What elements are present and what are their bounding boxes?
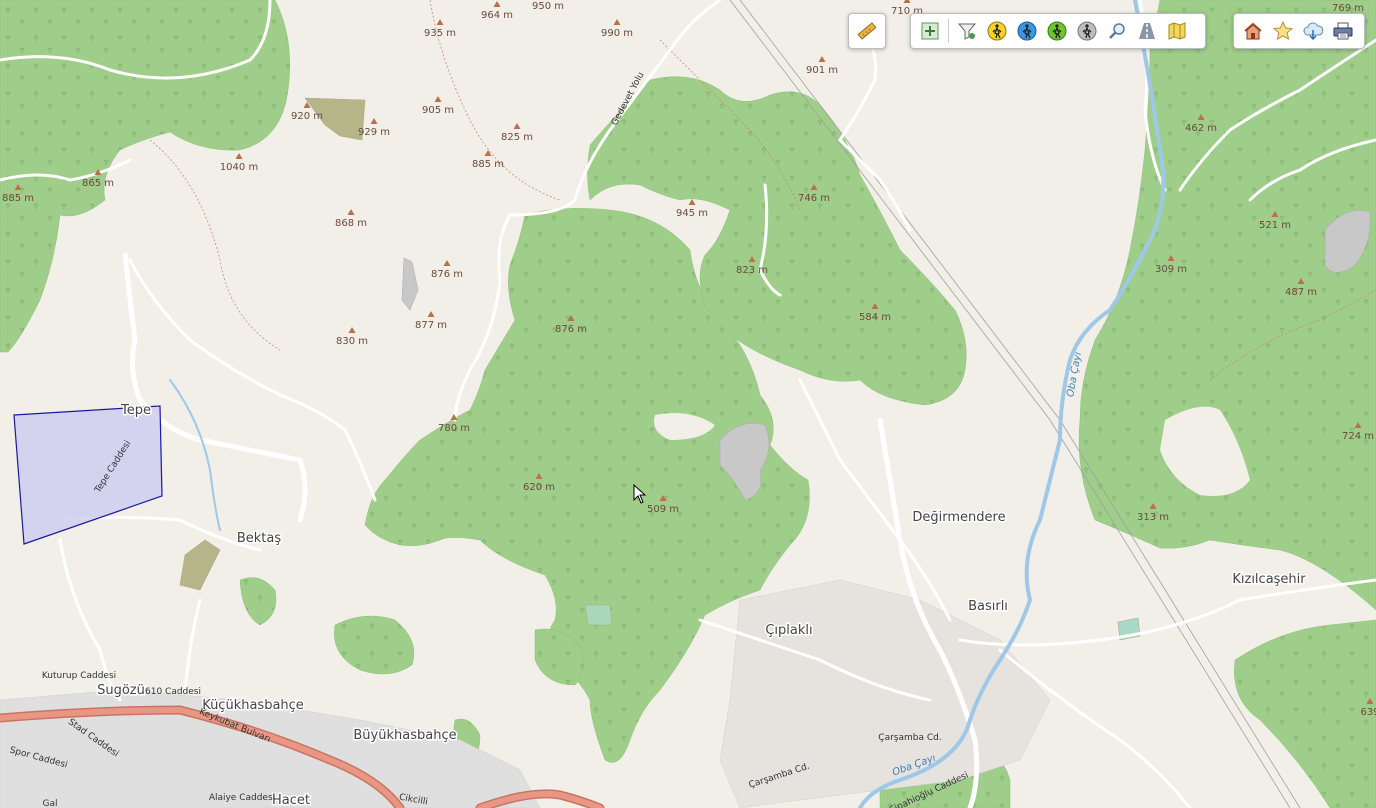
peak-elevation-label: 950 m bbox=[532, 1, 564, 12]
place-label: Basırlı bbox=[968, 599, 1008, 614]
place-label: Tepe bbox=[120, 403, 151, 418]
peak-elevation-label: 990 m bbox=[601, 28, 633, 39]
peak-elevation-label: 620 m bbox=[523, 482, 555, 493]
peak-elevation-label: 901 m bbox=[806, 65, 838, 76]
filter-icon[interactable] bbox=[952, 16, 982, 46]
map-icon[interactable] bbox=[1162, 16, 1192, 46]
search-icon[interactable] bbox=[1102, 16, 1132, 46]
peak-elevation-label: 487 m bbox=[1285, 287, 1317, 298]
road-label: Çarşamba Cd. bbox=[878, 733, 941, 743]
peak-elevation-label: 313 m bbox=[1137, 512, 1169, 523]
measure-toolbar bbox=[848, 13, 886, 49]
peak-elevation-label: 885 m bbox=[2, 193, 34, 204]
peak-elevation-label: 905 m bbox=[422, 105, 454, 116]
peak-elevation-label: 584 m bbox=[859, 312, 891, 323]
layers-toolbar bbox=[910, 13, 1206, 49]
peak-elevation-label: 877 m bbox=[415, 320, 447, 331]
place-label: Kızılcaşehir bbox=[1232, 572, 1306, 587]
place-label: Küçükhasbahçe bbox=[202, 698, 304, 713]
peak-elevation-label: 509 m bbox=[647, 504, 679, 515]
hiking-blue-icon[interactable] bbox=[1012, 16, 1042, 46]
star-icon[interactable] bbox=[1268, 16, 1298, 46]
ruler-icon[interactable] bbox=[852, 16, 882, 46]
add-layer-icon[interactable] bbox=[915, 16, 945, 46]
peak-elevation-label: 780 m bbox=[438, 423, 470, 434]
actions-toolbar bbox=[1233, 13, 1365, 49]
peak-elevation-label: 639 bbox=[1360, 707, 1376, 718]
place-label: Çıplaklı bbox=[765, 623, 812, 638]
cloud-download-icon[interactable] bbox=[1298, 16, 1328, 46]
road-label: 610 Caddesi bbox=[145, 687, 201, 697]
peak-elevation-label: 830 m bbox=[336, 336, 368, 347]
hiking-green-icon[interactable] bbox=[1042, 16, 1072, 46]
road-label: Kuturup Caddesi bbox=[42, 671, 116, 681]
hiking-grey-icon[interactable] bbox=[1072, 16, 1102, 46]
place-label: Hacet bbox=[272, 793, 310, 808]
peak-elevation-label: 929 m bbox=[358, 127, 390, 138]
peak-elevation-label: 945 m bbox=[676, 208, 708, 219]
peak-elevation-label: 309 m bbox=[1155, 264, 1187, 275]
road-label: Alaiye Caddesi bbox=[209, 793, 275, 803]
peak-elevation-label: 1040 m bbox=[220, 162, 258, 173]
toolbar-separator bbox=[948, 19, 949, 43]
place-label: Sugözü bbox=[97, 683, 145, 698]
peak-elevation-label: 868 m bbox=[335, 218, 367, 229]
peak-elevation-label: 746 m bbox=[798, 193, 830, 204]
hiking-yellow-icon[interactable] bbox=[982, 16, 1012, 46]
peak-elevation-label: 462 m bbox=[1185, 123, 1217, 134]
peak-elevation-label: 876 m bbox=[431, 269, 463, 280]
print-icon[interactable] bbox=[1328, 16, 1358, 46]
peak-elevation-label: 823 m bbox=[736, 265, 768, 276]
peak-elevation-label: 865 m bbox=[82, 178, 114, 189]
peak-elevation-label: 920 m bbox=[291, 111, 323, 122]
road-label: Gal bbox=[43, 799, 58, 808]
peak-elevation-label: 724 m bbox=[1342, 431, 1374, 442]
place-label: Büyükhasbahçe bbox=[353, 728, 456, 743]
peak-elevation-label: 964 m bbox=[481, 10, 513, 21]
place-label: Bektaş bbox=[237, 531, 282, 546]
peak-elevation-label: 876 m bbox=[555, 324, 587, 335]
peak-elevation-label: 885 m bbox=[472, 159, 504, 170]
road-icon[interactable] bbox=[1132, 16, 1162, 46]
home-icon[interactable] bbox=[1238, 16, 1268, 46]
peak-elevation-label: 825 m bbox=[501, 132, 533, 143]
peak-elevation-label: 521 m bbox=[1259, 220, 1291, 231]
peak-elevation-label: 935 m bbox=[424, 28, 456, 39]
place-label: Değirmendere bbox=[912, 510, 1005, 525]
map-canvas[interactable]: 950 m964 m935 m 990 m710 m 769 m901 m920 m… bbox=[0, 0, 1376, 808]
